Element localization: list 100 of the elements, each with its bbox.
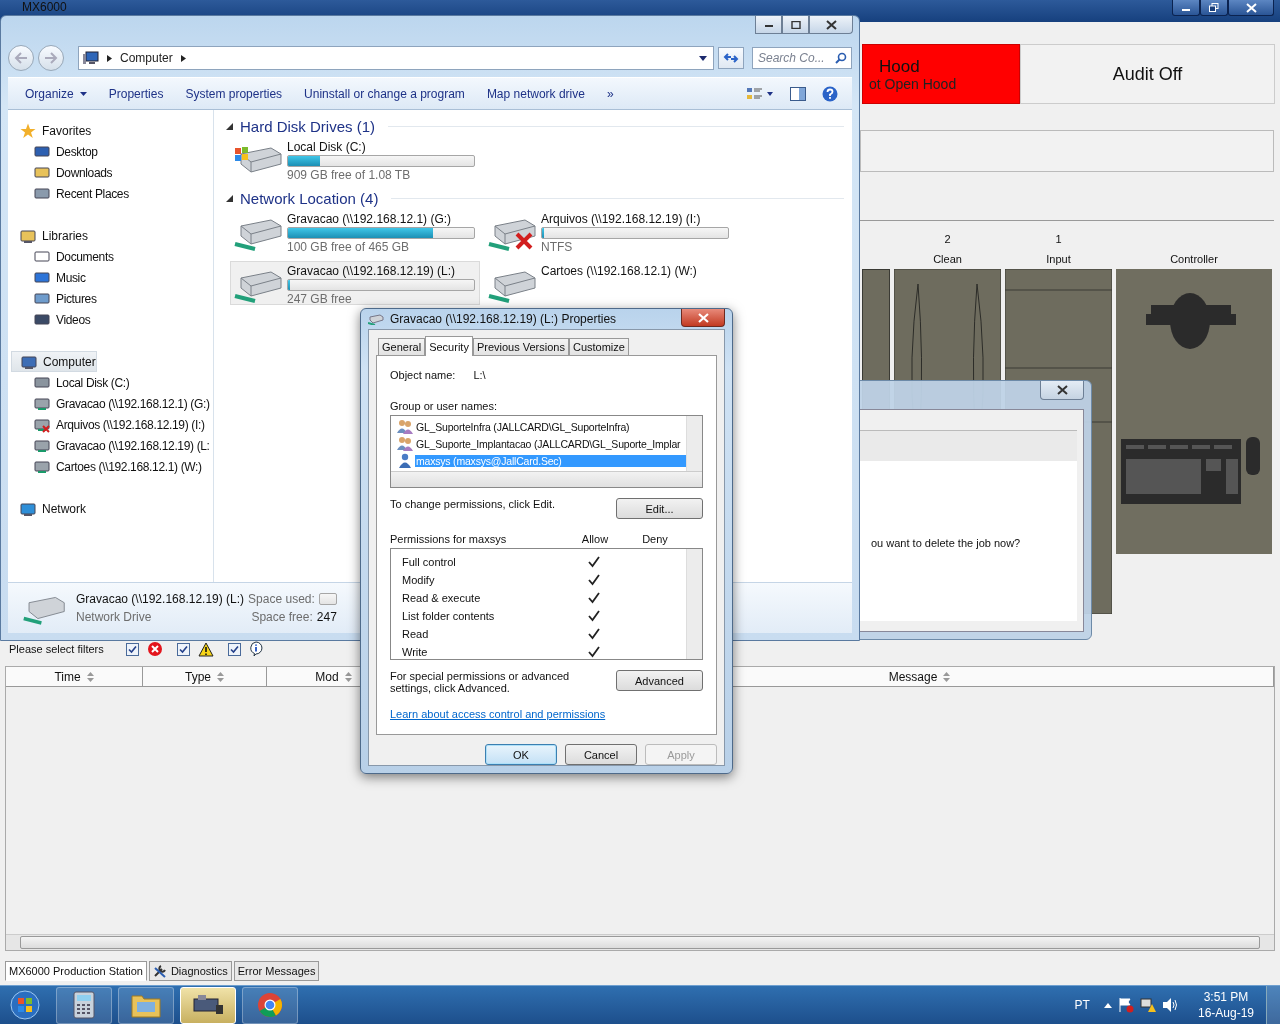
object-name-label: Object name: [390,369,456,381]
volume-icon[interactable] [1161,997,1178,1013]
close-button[interactable] [681,309,725,327]
minimize-button[interactable] [755,16,782,34]
dialog-tab[interactable]: Security [425,336,473,356]
users-label: Group or user names: [390,400,498,412]
toolbar-button[interactable]: System properties [176,83,292,104]
computer-icon [21,353,37,370]
dialog-button[interactable]: OK [485,744,557,765]
nav-item[interactable]: Computer [11,351,97,372]
folder-icon [34,164,50,181]
toolbar-button[interactable]: » [597,83,623,104]
drive-type: Network Drive [76,610,153,624]
drive-name: Gravacao (\\192.168.12.19) (L:) [76,592,245,606]
collapse-icon[interactable] [226,122,233,130]
column-header[interactable]: Type [185,669,211,684]
filter-checkbox[interactable] [125,642,139,656]
nav-item[interactable]: Documents [8,246,114,267]
drive-info: 100 GB free of 465 GB [287,240,410,254]
module-label: Controller [1170,252,1218,267]
language-indicator[interactable]: PT [1074,998,1090,1012]
nav-item[interactable]: Arquivos (\\192.168.12.19) (I:) [8,414,205,435]
show-hidden-icons-icon[interactable] [1103,1002,1112,1008]
restore-icon [1209,3,1219,12]
taskbar-app-button[interactable] [180,986,236,1024]
close-button[interactable] [1040,381,1084,400]
drive-tile[interactable]: Arquivos (\\192.168.12.19) (I:) NTFS [484,209,734,253]
dialog-tab[interactable]: General [378,338,426,355]
user-list-item[interactable]: GL_SuporteInfra (JALLCARD\GL_SuporteInfra) [397,418,686,435]
nav-item[interactable]: Network [8,498,86,519]
dialog-button[interactable]: Cancel [565,744,637,765]
toolbar-button[interactable]: Uninstall or change a program [295,83,474,104]
module-label: Clean [933,252,962,267]
vertical-scrollbar[interactable] [686,549,702,659]
drive-name: Arquivos (\\192.168.12.19) (I:) [541,212,701,226]
sort-icon [86,671,94,682]
dialog-tab[interactable]: Previous Versions [472,338,569,355]
filter-checkbox[interactable] [227,642,241,656]
column-header[interactable]: Time [54,669,81,684]
address-bar[interactable]: Computer [78,46,714,70]
nav-item[interactable]: Favorites [8,120,92,141]
drive-tile[interactable]: Local Disk (C:) 909 GB free of 1.08 TB [230,137,480,181]
app-tab[interactable]: Diagnostics [148,961,232,981]
group-header[interactable]: Hard Disk Drives (1) [240,117,375,135]
vertical-scrollbar[interactable] [686,416,702,472]
minimize-button[interactable] [1172,0,1200,16]
collapse-icon[interactable] [226,194,233,202]
advanced-button[interactable]: Advanced [616,670,703,691]
module-number: 2 [944,232,951,247]
nav-item[interactable]: Cartoes (\\192.168.12.1) (W:) [8,456,202,477]
nav-item[interactable]: Downloads [8,162,113,183]
drive-name: Cartoes (\\192.168.12.1) (W:) [541,264,697,278]
module-label: Input [1046,252,1071,267]
object-name-value: L:\ [473,369,486,381]
toolbar-button[interactable]: Organize [16,83,96,104]
horizontal-scrollbar[interactable] [6,934,1274,950]
edit-button[interactable]: Edit... [616,498,703,519]
nav-item[interactable]: Pictures [8,288,97,309]
clock[interactable]: 3:51 PM 16-Aug-19 [1197,989,1254,1021]
close-icon [825,19,837,30]
drive-tile[interactable]: Gravacao (\\192.168.12.19) (L:) 247 GB free [230,261,480,305]
close-icon [1056,385,1068,395]
horizontal-scrollbar[interactable] [391,471,702,487]
drive-tile[interactable]: Gravacao (\\192.168.12.1) (G:) 100 GB free of 465 GB [230,209,480,253]
search-field[interactable]: Search Co... [752,47,852,69]
nav-item[interactable]: Recent Places [8,183,129,204]
app-tab[interactable]: MX6000 Production Station [5,961,147,981]
group-header[interactable]: Network Location (4) [240,189,379,207]
drive-tile[interactable]: Cartoes (\\192.168.12.1) (W:) [484,261,734,305]
flag-icon[interactable] [1117,997,1134,1013]
drive-name: Gravacao (\\192.168.12.19) (L:) [287,264,456,278]
toolbar-button[interactable]: Properties [99,83,173,104]
nav-item[interactable]: Music [8,267,86,288]
close-button[interactable] [1228,0,1274,16]
restore-button[interactable] [1200,0,1228,16]
search-icon [835,52,847,64]
column-header[interactable]: Mod [315,669,339,684]
close-icon [1245,2,1257,13]
nav-item[interactable]: Gravacao (\\192.168.12.19) (L: [8,435,210,456]
permissions-label: Permissions for maxsys [390,533,508,545]
column-header[interactable]: Message [888,669,938,684]
nav-item[interactable]: Desktop [8,141,98,162]
refresh-button[interactable] [718,47,744,69]
dropdown-icon [699,55,707,61]
user-list-item[interactable]: GL_Suporte_Implantacao (JALLCARD\GL_Suporte_Implar [397,435,686,452]
machine-icon [192,993,224,1017]
app-tab[interactable]: Error Messages [233,961,320,981]
maximize-button[interactable] [782,16,809,34]
nav-item[interactable]: Videos [8,309,91,330]
dialog-tab[interactable]: Customize [568,338,629,355]
toolbar-button[interactable]: Map network drive [477,83,594,104]
nav-item[interactable]: Libraries [8,225,89,246]
nav-item[interactable]: Gravacao (\\192.168.12.1) (G:) [8,393,210,414]
nav-item[interactable]: Local Disk (C:) [8,372,130,393]
preview-pane-icon [790,86,806,101]
help-link[interactable]: Learn about access control and permissions [390,708,606,720]
close-button[interactable] [809,16,853,34]
hood-status: ot Open Hood [869,76,958,93]
maximize-icon [790,20,801,29]
filter-checkbox[interactable] [176,642,190,656]
